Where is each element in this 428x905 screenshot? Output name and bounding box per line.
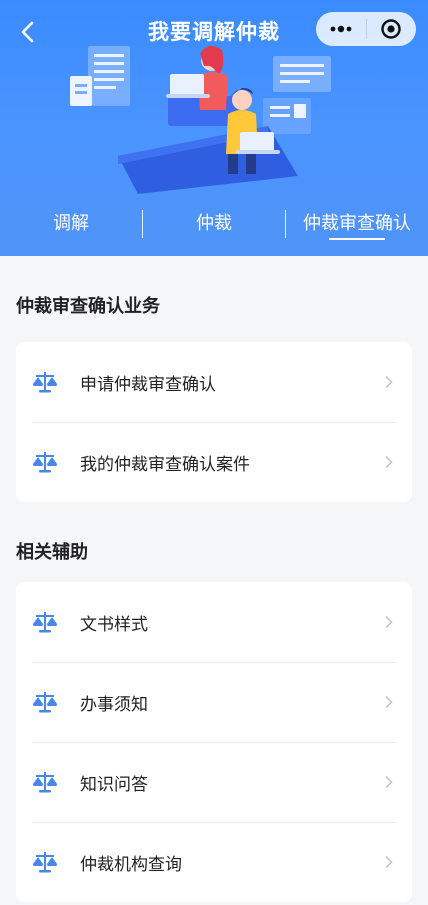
list-item-label: 办事须知 xyxy=(80,694,148,715)
chevron-right-icon xyxy=(378,851,400,873)
banner-illustration xyxy=(70,45,331,194)
chevron-right-icon xyxy=(378,451,400,473)
list-item-document-templates[interactable]: 文书样式 xyxy=(16,582,412,662)
arbitration-review-card: 申请仲裁审查确认 我的仲裁审查确认案件 xyxy=(16,342,412,502)
related-help-card: 文书样式 办事须知 知识问答 仲裁机构查询 xyxy=(16,582,412,902)
more-dots-icon xyxy=(330,25,352,33)
chevron-right-icon xyxy=(378,691,400,713)
tab-arbitration[interactable]: 仲裁 xyxy=(143,196,285,252)
list-item-label: 仲裁机构查询 xyxy=(80,854,182,875)
list-item-arbitration-institution-lookup[interactable]: 仲裁机构查询 xyxy=(16,822,412,902)
chevron-right-icon xyxy=(378,371,400,393)
tab-arbitration-review[interactable]: 仲裁审查确认 xyxy=(286,196,428,252)
section-title-arbitration-review: 仲裁审查确认业务 xyxy=(16,296,160,317)
close-mini-program-button[interactable] xyxy=(367,12,417,46)
list-item-label: 文书样式 xyxy=(80,614,148,635)
header-banner: 我要调解仲裁 调解 仲裁 仲裁审查确认 xyxy=(0,0,428,256)
scale-icon xyxy=(32,849,58,875)
scale-icon xyxy=(32,369,58,395)
chevron-right-icon xyxy=(378,771,400,793)
section-title-related-help: 相关辅助 xyxy=(16,542,88,563)
chevron-right-icon xyxy=(378,611,400,633)
list-item-faq[interactable]: 知识问答 xyxy=(16,742,412,822)
scale-icon xyxy=(32,689,58,715)
scale-icon xyxy=(32,449,58,475)
list-item-apply-review[interactable]: 申请仲裁审查确认 xyxy=(16,342,412,422)
tab-bar: 调解 仲裁 仲裁审查确认 xyxy=(0,196,428,252)
tab-mediation[interactable]: 调解 xyxy=(0,196,142,252)
list-item-service-guide[interactable]: 办事须知 xyxy=(16,662,412,742)
scale-icon xyxy=(32,609,58,635)
list-item-label: 我的仲裁审查确认案件 xyxy=(80,454,250,475)
list-item-label: 申请仲裁审查确认 xyxy=(80,374,216,395)
target-close-icon xyxy=(381,19,401,39)
list-item-label: 知识问答 xyxy=(80,774,148,795)
scale-icon xyxy=(32,769,58,795)
list-item-my-review-cases[interactable]: 我的仲裁审查确认案件 xyxy=(16,422,412,502)
